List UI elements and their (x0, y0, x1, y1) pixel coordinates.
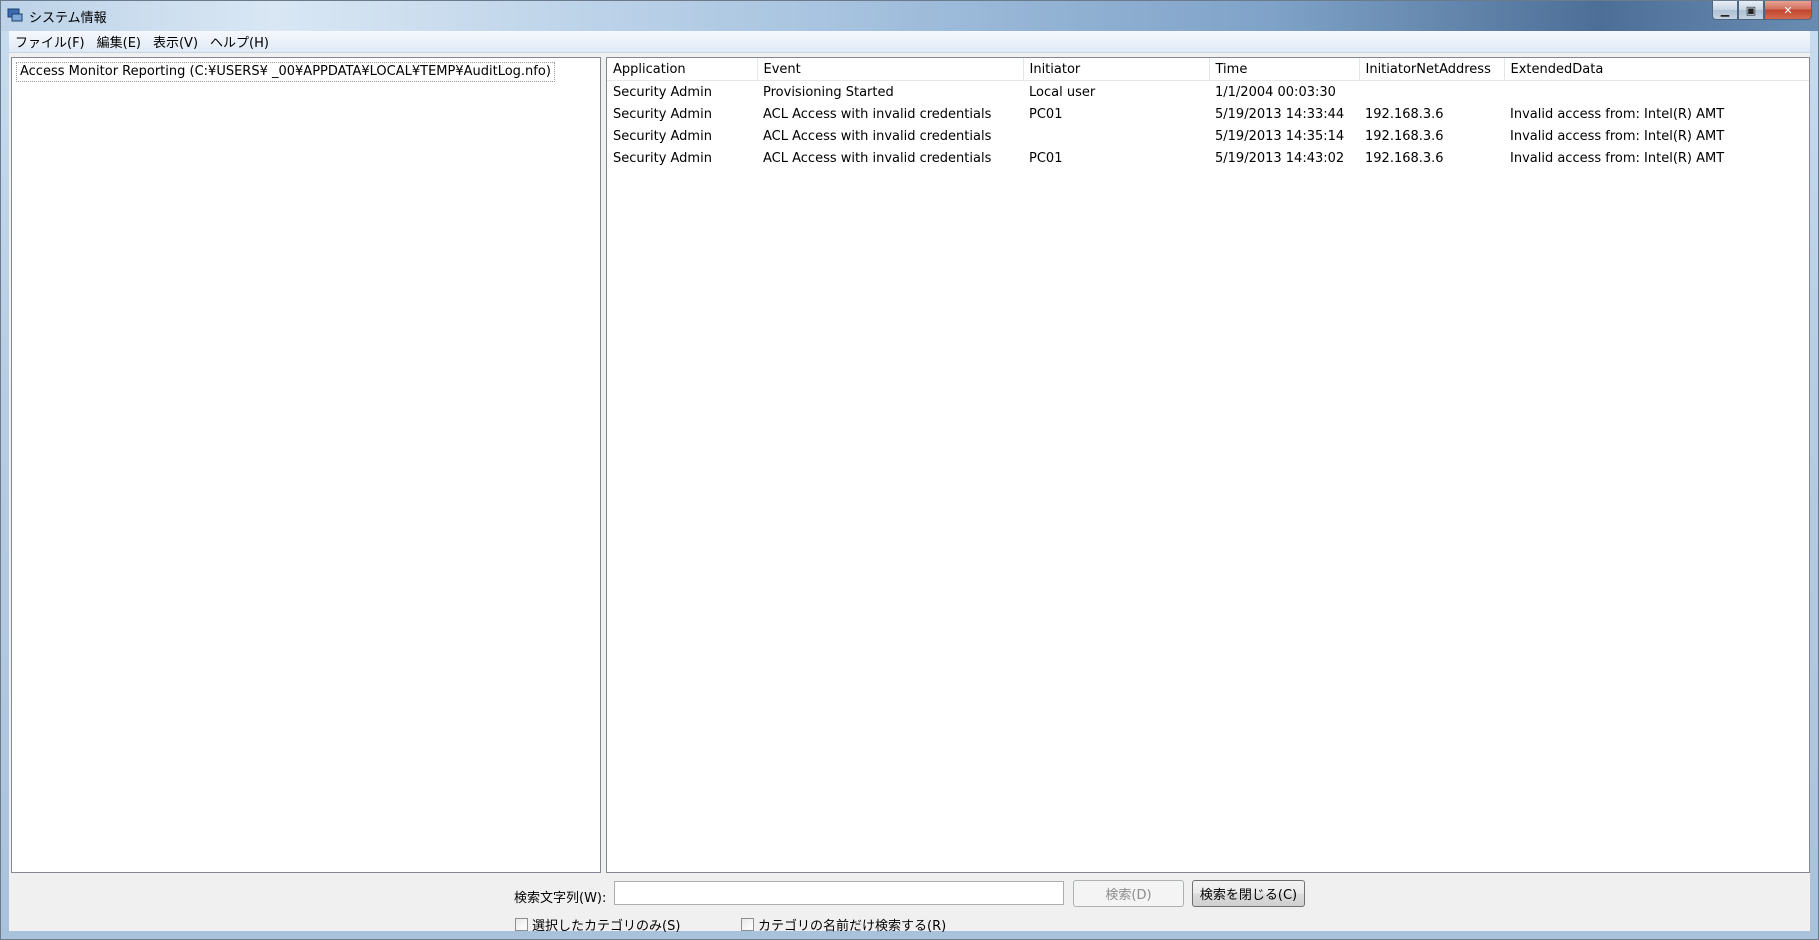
selected-category-only-option[interactable]: 選択したカテゴリのみ(S) (515, 915, 680, 934)
table-row[interactable]: Security Admin ACL Access with invalid c… (607, 125, 1809, 147)
tree-item-access-monitor[interactable]: Access Monitor Reporting (C:¥USERS¥ _00¥… (16, 62, 555, 82)
find-button[interactable]: 検索(D) (1073, 880, 1184, 907)
column-header-event[interactable]: Event (757, 58, 1024, 81)
search-input[interactable] (614, 881, 1064, 905)
menu-bar: ファイル(F) 編集(E) 表示(V) ヘルプ(H) (9, 31, 1810, 53)
client-area: Access Monitor Reporting (C:¥USERS¥ _00¥… (9, 53, 1810, 934)
menu-edit[interactable]: 編集(E) (91, 32, 147, 51)
cell-event: Provisioning Started (763, 84, 894, 100)
category-names-only-checkbox[interactable] (741, 918, 754, 931)
search-label: 検索文字列(W): (514, 891, 607, 906)
menu-view[interactable]: 表示(V) (147, 32, 204, 51)
caption-buttons: ▁ ▣ ✕ (1712, 1, 1812, 22)
table-header-row: Application Event Initiator Time Initiat… (607, 58, 1809, 81)
cell-initiator: Local user (1029, 84, 1096, 100)
maximize-icon[interactable]: ▣ (1738, 1, 1764, 20)
system-info-icon (7, 8, 23, 22)
cell-event: ACL Access with invalid credentials (763, 106, 992, 122)
cell-extended-data: Invalid access from: Intel(R) AMT (1510, 128, 1725, 144)
cell-time: 5/19/2013 14:33:44 (1215, 106, 1345, 122)
cell-extended-data (1504, 81, 1809, 104)
cell-time: 5/19/2013 14:43:02 (1215, 150, 1345, 166)
cell-event: ACL Access with invalid credentials (763, 128, 992, 144)
category-tree[interactable]: Access Monitor Reporting (C:¥USERS¥ _00¥… (11, 57, 601, 873)
column-header-time[interactable]: Time (1209, 58, 1360, 81)
cell-application: Security Admin (613, 150, 712, 166)
menu-help[interactable]: ヘルプ(H) (204, 32, 275, 51)
cell-application: Security Admin (613, 128, 712, 144)
cell-initiator (1023, 125, 1209, 147)
selected-category-only-label: 選択したカテゴリのみ(S) (532, 919, 681, 934)
cell-net-address: 192.168.3.6 (1365, 106, 1444, 122)
close-icon[interactable]: ✕ (1764, 1, 1812, 20)
details-list[interactable]: Application Event Initiator Time Initiat… (606, 57, 1810, 873)
category-names-only-option[interactable]: カテゴリの名前だけ検索する(R) (741, 915, 946, 934)
search-bar: 検索文字列(W): 検索(D) 検索を閉じる(C) 選択したカテゴリのみ(S) … (9, 875, 1810, 934)
cell-net-address (1359, 81, 1504, 104)
cell-application: Security Admin (613, 106, 712, 122)
cell-event: ACL Access with invalid credentials (763, 150, 992, 166)
cell-extended-data: Invalid access from: Intel(R) AMT (1510, 106, 1725, 122)
table-row[interactable]: Security Admin ACL Access with invalid c… (607, 147, 1809, 169)
main-window: システム情報 ▁ ▣ ✕ ファイル(F) 編集(E) 表示(V) ヘルプ(H) … (0, 0, 1819, 940)
table-row[interactable]: Security Admin ACL Access with invalid c… (607, 103, 1809, 125)
menu-file[interactable]: ファイル(F) (9, 32, 91, 51)
window-title: システム情報 (29, 11, 107, 26)
column-header-initiator[interactable]: Initiator (1023, 58, 1210, 81)
cell-initiator: PC01 (1029, 150, 1063, 166)
cell-application: Security Admin (613, 84, 712, 100)
table-row[interactable]: Security Admin Provisioning Started Loca… (607, 81, 1809, 104)
cell-net-address: 192.168.3.6 (1365, 150, 1444, 166)
cell-extended-data: Invalid access from: Intel(R) AMT (1510, 150, 1725, 166)
close-find-button[interactable]: 検索を閉じる(C) (1192, 880, 1305, 907)
cell-initiator: PC01 (1029, 106, 1063, 122)
cell-time: 1/1/2004 00:03:30 (1215, 84, 1336, 100)
title-bar[interactable]: システム情報 ▁ ▣ ✕ (1, 1, 1818, 31)
cell-net-address: 192.168.3.6 (1365, 128, 1444, 144)
category-names-only-label: カテゴリの名前だけ検索する(R) (758, 919, 947, 934)
minimize-icon[interactable]: ▁ (1712, 1, 1738, 20)
column-header-extended-data[interactable]: ExtendedData (1504, 58, 1809, 81)
column-header-initiator-net-address[interactable]: InitiatorNetAddress (1359, 58, 1505, 81)
details-table: Application Event Initiator Time Initiat… (607, 58, 1809, 169)
selected-category-only-checkbox[interactable] (515, 918, 528, 931)
column-header-application[interactable]: Application (607, 58, 758, 81)
cell-time: 5/19/2013 14:35:14 (1215, 128, 1345, 144)
